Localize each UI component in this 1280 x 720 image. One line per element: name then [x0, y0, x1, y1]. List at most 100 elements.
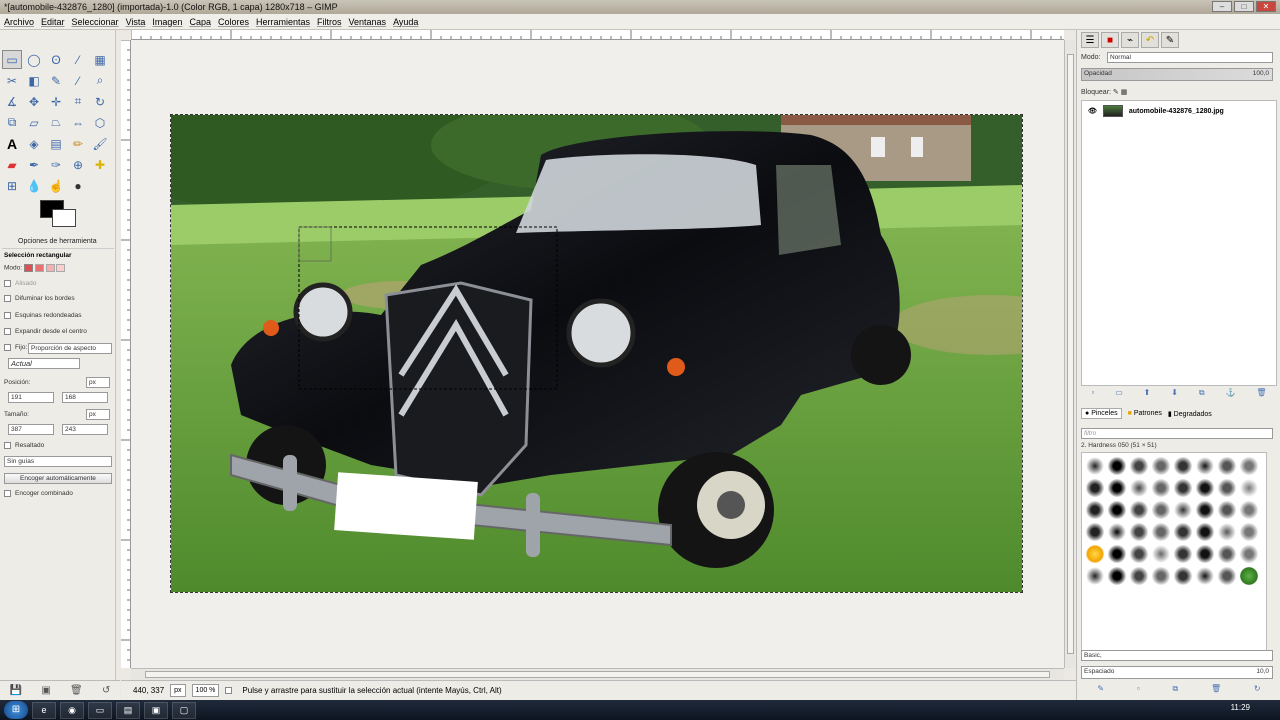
size-h-field[interactable]: 243 [62, 424, 108, 435]
folder-icon[interactable]: ▭ [88, 701, 112, 719]
horizontal-scroll-thumb[interactable] [145, 671, 1050, 678]
brush-tab-icon[interactable]: ✎ [1161, 32, 1179, 48]
pencil-icon[interactable]: ✏ [68, 134, 88, 153]
mode-intersect-icon[interactable] [56, 264, 66, 272]
scale-icon[interactable]: ⧉ [2, 113, 22, 132]
shrink-merged-checkbox[interactable]: Encoger combinado [4, 490, 73, 497]
new-brush-icon[interactable]: ▫ [1137, 684, 1140, 696]
image-canvas[interactable] [170, 114, 1023, 593]
blend-icon[interactable]: ▤ [46, 134, 66, 153]
horizontal-scrollbar[interactable] [131, 668, 1064, 680]
brush-swatch[interactable] [1240, 545, 1258, 563]
brush-swatch[interactable] [1152, 567, 1170, 585]
menu-archivo[interactable]: Archivo [4, 17, 34, 27]
brush-filter-input[interactable]: filtro [1081, 428, 1273, 439]
rounded-corners-checkbox[interactable]: Esquinas redondeadas [4, 312, 82, 319]
duplicate-brush-icon[interactable]: ⧉ [1172, 684, 1178, 696]
brush-swatch[interactable] [1152, 545, 1170, 563]
blur-icon[interactable]: 💧 [24, 176, 44, 195]
new-layer-icon[interactable]: ▫ [1091, 388, 1094, 400]
free-select-icon[interactable]: ʘ [46, 50, 66, 69]
dodge-burn-icon[interactable]: ● [68, 176, 88, 195]
brush-swatch[interactable] [1240, 523, 1258, 541]
brush-swatch[interactable] [1130, 567, 1148, 585]
brush-swatch[interactable] [1174, 523, 1192, 541]
size-unit-select[interactable]: px [86, 409, 110, 420]
mode-add-icon[interactable] [34, 264, 44, 272]
gradients-tab[interactable]: ▮ Degradados [1168, 410, 1212, 418]
aspect-current-field[interactable]: Actual [8, 358, 80, 369]
menu-seleccionar[interactable]: Seleccionar [72, 17, 119, 27]
start-button[interactable]: ⊞ [4, 701, 28, 719]
brush-swatch[interactable] [1152, 523, 1170, 541]
text-icon[interactable]: A [2, 134, 22, 153]
perspective-clone-icon[interactable]: ⊞ [2, 176, 22, 195]
expand-center-checkbox[interactable]: Expandir desde el centro [4, 328, 87, 335]
lock-alpha-icon[interactable]: ▦ [1121, 89, 1128, 96]
brush-swatch[interactable] [1130, 457, 1148, 475]
restore-options-icon[interactable]: ▣ [41, 685, 50, 696]
vertical-scrollbar[interactable] [1064, 40, 1075, 668]
brush-swatch[interactable] [1174, 479, 1192, 497]
brush-swatch[interactable] [1130, 479, 1148, 497]
channels-tab-icon[interactable]: ■ [1101, 32, 1119, 48]
brush-swatch[interactable] [1086, 479, 1104, 497]
brush-swatch[interactable] [1152, 479, 1170, 497]
brush-swatch[interactable] [1196, 457, 1214, 475]
flip-icon[interactable]: ⇔ [68, 113, 88, 132]
guides-select[interactable]: Sin guías [4, 456, 112, 467]
brush-swatch[interactable] [1240, 457, 1258, 475]
fixed-select[interactable]: Proporción de aspecto [28, 343, 112, 354]
brush-swatch[interactable] [1086, 523, 1104, 541]
layer-mode-select[interactable]: Normal [1107, 52, 1273, 63]
brush-swatch[interactable] [1108, 479, 1126, 497]
anchor-layer-icon[interactable]: ⚓ [1226, 388, 1236, 400]
brush-swatch[interactable] [1174, 457, 1192, 475]
brush-swatch[interactable] [1108, 457, 1126, 475]
refresh-brushes-icon[interactable]: ↻ [1254, 684, 1261, 696]
ie-icon[interactable]: e [32, 701, 56, 719]
paths-tab-icon[interactable]: ⌁ [1121, 32, 1139, 48]
unit-select[interactable]: px [170, 684, 186, 697]
paintbrush-icon[interactable]: 🖌 [90, 134, 110, 153]
rotate-icon[interactable]: ↻ [90, 92, 110, 111]
brush-grid[interactable] [1081, 452, 1267, 652]
highlight-checkbox[interactable]: Resaltado [4, 442, 44, 449]
brush-swatch[interactable] [1130, 545, 1148, 563]
gimp-icon[interactable]: ▣ [144, 701, 168, 719]
menu-editar[interactable]: Editar [41, 17, 65, 27]
menu-vista[interactable]: Vista [126, 17, 146, 27]
brush-swatch[interactable] [1174, 501, 1192, 519]
delete-options-icon[interactable]: 🗑 [70, 685, 83, 696]
brush-swatch[interactable] [1218, 479, 1236, 497]
heal-icon[interactable]: ✚ [90, 155, 110, 174]
paths-icon[interactable]: ✎ [46, 71, 66, 90]
brush-swatch[interactable] [1108, 567, 1126, 585]
scissors-icon[interactable]: ✂ [2, 71, 22, 90]
brush-swatch[interactable] [1218, 523, 1236, 541]
brush-swatch[interactable] [1218, 501, 1236, 519]
patterns-tab[interactable]: ■ Patrones [1128, 410, 1162, 417]
ruler-vertical[interactable] [121, 40, 131, 668]
position-unit-select[interactable]: px [86, 377, 110, 388]
brush-swatch[interactable] [1174, 567, 1192, 585]
opacity-slider[interactable]: Opacidad 100,0 [1081, 68, 1273, 81]
background-color-swatch[interactable] [52, 209, 76, 227]
brush-swatch[interactable] [1218, 457, 1236, 475]
ink-icon[interactable]: ✑ [46, 155, 66, 174]
window-icon[interactable]: ▢ [172, 701, 196, 719]
crop-icon[interactable]: ⌗ [68, 92, 88, 111]
brush-swatch[interactable] [1174, 545, 1192, 563]
zoom-select[interactable]: 100 % [191, 684, 220, 697]
ruler-horizontal[interactable] [131, 30, 1064, 40]
color-picker-icon[interactable]: ⁄ [68, 71, 88, 90]
foreground-select-icon[interactable]: ◧ [24, 71, 44, 90]
rect-select-icon[interactable]: ▭ [2, 50, 22, 69]
brushes-tab[interactable]: ● Pinceles [1081, 408, 1122, 419]
mode-replace-icon[interactable] [23, 264, 33, 272]
color-select-icon[interactable]: ▦ [90, 50, 110, 69]
brush-swatch[interactable] [1240, 567, 1258, 585]
undo-tab-icon[interactable]: ↶ [1141, 32, 1159, 48]
size-w-field[interactable]: 387 [8, 424, 54, 435]
raise-layer-icon[interactable]: ⬆ [1144, 388, 1151, 400]
